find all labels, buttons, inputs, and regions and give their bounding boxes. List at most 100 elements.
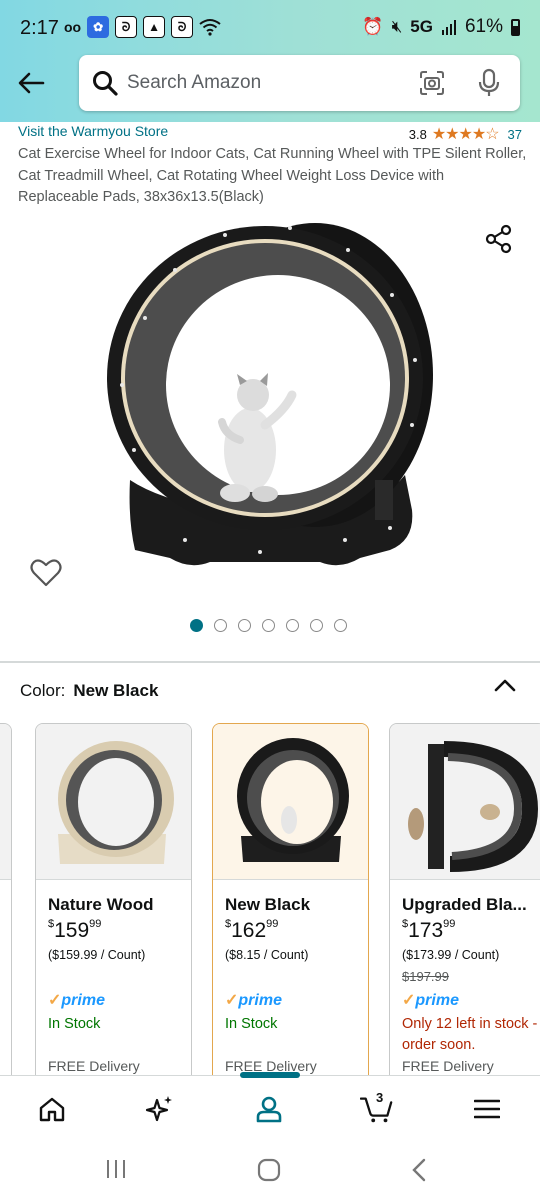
- active-tab-indicator: [240, 1072, 300, 1078]
- notification-icon: ᘐ: [115, 16, 138, 38]
- carousel-dot[interactable]: [238, 619, 251, 632]
- share-icon[interactable]: [484, 224, 514, 254]
- chevron-up-icon[interactable]: [492, 676, 518, 696]
- divider: [0, 661, 540, 663]
- prime-label: prime: [415, 992, 459, 1009]
- option-price: $15999: [48, 918, 102, 943]
- notification-icon: ᘐ: [171, 16, 194, 38]
- search-input[interactable]: [127, 65, 397, 101]
- color-selector-label: Color: New Black: [20, 681, 158, 701]
- store-link[interactable]: Visit the Warmyou Store: [18, 123, 168, 139]
- prime-badge: ✓prime: [48, 990, 105, 1010]
- wifi-icon: [199, 19, 221, 36]
- alarm-icon: ⏰: [362, 17, 384, 36]
- carousel-dot[interactable]: [310, 619, 323, 632]
- sparkle-icon: [145, 1096, 172, 1122]
- option-thumbnail: [390, 724, 540, 880]
- nature-wood-image: [58, 741, 174, 864]
- color-option-nature-wood[interactable]: Nature Wood $15999 ($159.99 / Count) ✓pr…: [35, 723, 192, 1075]
- stock-status: In Stock: [225, 1016, 278, 1032]
- rating-value: 3.8: [408, 126, 427, 142]
- app-notification-icon: ✿: [87, 16, 110, 38]
- home-button-icon[interactable]: [257, 1158, 281, 1182]
- color-options-carousel[interactable]: Nature Wood $15999 ($159.99 / Count) ✓pr…: [0, 723, 540, 1075]
- option-name: Upgraded Bla...: [402, 895, 527, 914]
- stock-status: In Stock: [48, 1016, 101, 1032]
- unit-price: ($8.15 / Count): [225, 948, 309, 962]
- color-option-card-partial[interactable]: [0, 723, 12, 1075]
- notification-icons: oo ✿ ᘐ ▲ ᘐ: [64, 16, 221, 38]
- prime-label: prime: [238, 992, 282, 1009]
- list-price: $197.99: [402, 969, 449, 984]
- option-price: $16299: [225, 918, 278, 943]
- mute-icon: 🔇︎: [391, 17, 403, 36]
- price-fraction: 99: [89, 918, 102, 930]
- prime-badge: ✓prime: [225, 990, 282, 1010]
- option-price: $17399: [402, 918, 455, 943]
- signal-icon: [441, 20, 456, 35]
- currency-symbol: $: [402, 918, 409, 930]
- currency-symbol: $: [48, 918, 55, 930]
- price-whole: 159: [54, 919, 90, 942]
- search-bar[interactable]: [79, 55, 520, 111]
- home-icon: [39, 1097, 65, 1122]
- system-navigation: [0, 1140, 540, 1200]
- new-black-image: [237, 738, 349, 862]
- carousel-dot[interactable]: [190, 619, 203, 632]
- option-thumbnail: [0, 724, 11, 880]
- network-label: 5G: [410, 17, 433, 36]
- status-time: 2:17: [20, 17, 59, 39]
- image-carousel-dots[interactable]: [190, 619, 347, 632]
- price-whole: 162: [231, 919, 267, 942]
- notification-icon: ▲: [143, 16, 166, 38]
- cart-count-badge: 3: [376, 1090, 384, 1105]
- delivery-info: FREE Delivery: [48, 1058, 140, 1074]
- recent-apps-icon[interactable]: [105, 1158, 127, 1180]
- carousel-dot[interactable]: [286, 619, 299, 632]
- stock-status: Only 12 left in stock - order soon.: [402, 1016, 538, 1053]
- back-button[interactable]: [14, 66, 48, 100]
- camera-search-icon[interactable]: [419, 70, 445, 96]
- wishlist-heart-icon[interactable]: [30, 558, 62, 588]
- microphone-icon[interactable]: [477, 68, 501, 98]
- bottom-navigation: 3: [0, 1072, 540, 1139]
- option-thumbnail: [36, 724, 191, 880]
- rating-summary[interactable]: 3.8 ★★★★☆ 37: [409, 124, 522, 144]
- prime-check-icon: ✓: [48, 992, 62, 1009]
- color-option-new-black[interactable]: New Black $16299 ($8.15 / Count) ✓prime …: [212, 723, 369, 1075]
- option-name: New Black: [225, 895, 311, 914]
- price-whole: 173: [408, 919, 444, 942]
- nav-account[interactable]: [252, 1092, 286, 1126]
- carousel-dot[interactable]: [334, 619, 347, 632]
- delivery-info: FREE Delivery: [402, 1058, 494, 1074]
- unit-price: ($173.99 / Count): [402, 948, 500, 962]
- account-icon: [256, 1096, 282, 1123]
- nav-home[interactable]: [35, 1092, 69, 1126]
- status-bar: 2:17 oo ✿ ᘐ ▲ ᘐ ⏰ 🔇︎ 5G 61%: [0, 0, 540, 58]
- prime-label: prime: [61, 992, 105, 1009]
- product-image[interactable]: [100, 210, 440, 605]
- upgraded-black-image: [408, 741, 539, 872]
- color-option-upgraded-black[interactable]: Upgraded Bla... $17399 ($173.99 / Count)…: [389, 723, 540, 1075]
- currency-symbol: $: [225, 918, 232, 930]
- option-name: Nature Wood: [48, 895, 154, 914]
- nav-rufus[interactable]: [142, 1092, 176, 1126]
- prime-check-icon: ✓: [225, 992, 239, 1009]
- prime-check-icon: ✓: [402, 992, 416, 1009]
- carousel-dot[interactable]: [214, 619, 227, 632]
- carousel-dot[interactable]: [262, 619, 275, 632]
- star-rating-icon: ★★★★☆: [431, 126, 500, 143]
- nav-menu[interactable]: [470, 1092, 504, 1126]
- option-thumbnail: [213, 724, 368, 880]
- battery-percent: 61%: [464, 16, 503, 37]
- unit-price: ($159.99 / Count): [48, 948, 146, 962]
- hamburger-menu-icon: [474, 1099, 500, 1119]
- status-right: ⏰ 🔇︎ 5G 61%: [362, 16, 520, 38]
- prime-badge: ✓prime: [402, 990, 459, 1010]
- review-count[interactable]: 37: [508, 127, 522, 142]
- product-title: Cat Exercise Wheel for Indoor Cats, Cat …: [18, 146, 527, 205]
- battery-icon: [511, 18, 520, 36]
- selected-color: New Black: [73, 681, 159, 700]
- system-back-icon[interactable]: [410, 1158, 428, 1182]
- search-icon: [93, 71, 118, 96]
